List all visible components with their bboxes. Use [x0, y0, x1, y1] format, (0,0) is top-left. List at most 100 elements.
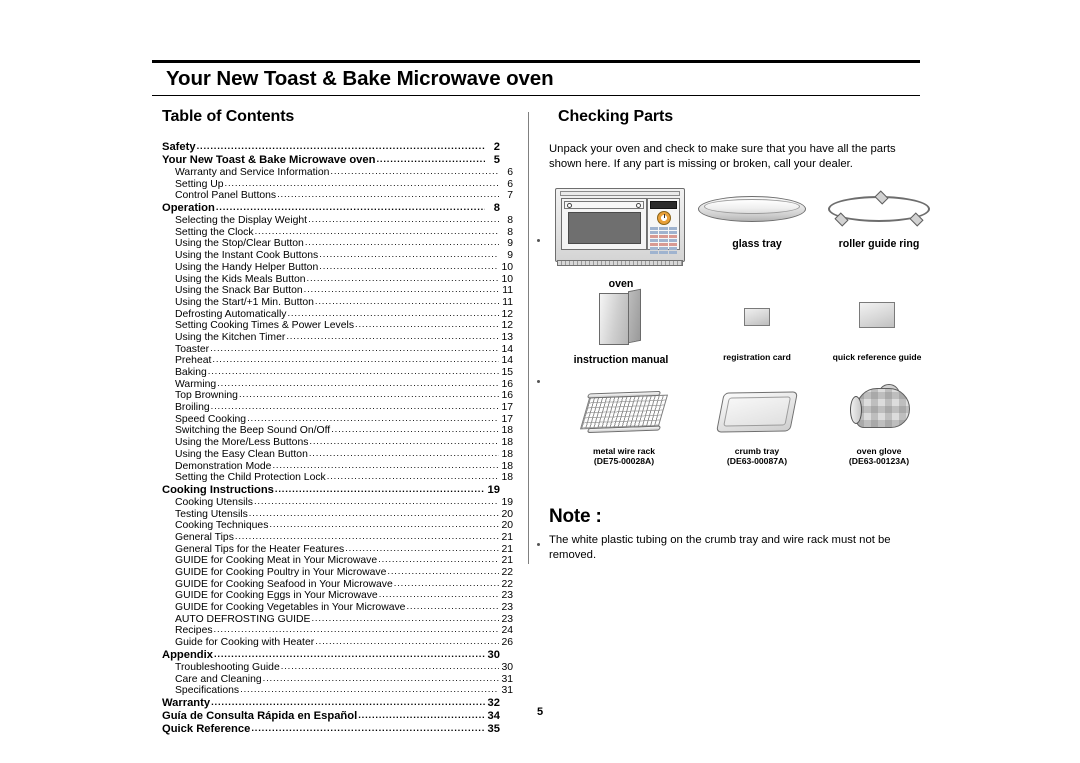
toc-entry-page: 10: [501, 261, 513, 273]
toc-leader-dots: ........................................…: [376, 155, 485, 165]
toc-entry-page: 16: [501, 378, 513, 390]
part-caption: oven: [608, 278, 634, 291]
quick-reference-guide-icon: [859, 302, 895, 329]
part-crumb-tray: crumb tray (DE63-00087A): [700, 391, 814, 467]
checking-parts-heading: Checking Parts: [558, 108, 674, 125]
toc-leader-dots: ........................................…: [262, 673, 499, 683]
part-caption: roller guide ring: [838, 238, 920, 251]
toc-entry-page: 2: [493, 141, 500, 153]
part-caption: registration card: [723, 352, 791, 363]
part-code: (DE63-00087A): [726, 456, 788, 467]
toc-leader-dots: ........................................…: [314, 296, 499, 307]
toc-entry-page: 18: [501, 472, 513, 484]
checking-parts-column: Checking Parts Unpack your oven and chec…: [548, 108, 930, 563]
toc-entry-label: Testing Utensils: [175, 508, 248, 520]
part-caption: oven glove: [856, 446, 902, 457]
toc-leader-dots: ........................................…: [406, 602, 499, 612]
toc-entry[interactable]: Quick Reference.........................…: [162, 722, 500, 737]
toc-entry-label: Baking: [175, 367, 207, 378]
toc-entry-page: 7: [507, 190, 513, 202]
toc-entry-page: 23: [501, 613, 513, 625]
toc-leader-dots: ........................................…: [217, 378, 499, 389]
toc-entry-page: 19: [487, 483, 500, 496]
toc-entry-label: Troubleshooting Guide: [175, 661, 280, 673]
toc-entry-label: Defrosting Automatically: [175, 308, 287, 320]
toc-entry-label: Operation: [162, 202, 215, 215]
toc-leader-dots: ........................................…: [308, 215, 499, 225]
part-code: (DE63-00123A): [848, 456, 910, 467]
toc-entry-page: 24: [501, 625, 513, 637]
toc-entry-label: General Tips for the Heater Features: [175, 543, 345, 555]
toc-leader-dots: ........................................…: [253, 496, 499, 507]
toc-entry-page: 18: [501, 437, 513, 449]
toc-entry-page: 6: [507, 167, 513, 178]
toc-leader-dots: ........................................…: [210, 343, 499, 354]
toc-leader-dots: ........................................…: [272, 460, 499, 470]
registration-card-icon: [744, 308, 770, 327]
toc-list: Safety..................................…: [162, 141, 513, 737]
toc-leader-dots: ........................................…: [393, 578, 499, 589]
toc-entry-label: Using the Handy Helper Button: [175, 261, 319, 273]
toc-entry-label: Cooking Utensils: [175, 496, 253, 508]
toc-leader-dots: ........................................…: [315, 637, 499, 647]
toc-entry-page: 20: [501, 508, 513, 520]
part-quick-reference-guide: quick reference guide: [816, 302, 938, 362]
toc-leader-dots: ........................................…: [378, 590, 499, 600]
toc-entry-label: Using the Instant Cook Buttons: [175, 250, 319, 262]
toc-entry-label: Setting the Clock: [175, 226, 254, 238]
part-caption: quick reference guide: [832, 352, 922, 363]
toc-entry-page: 31: [501, 673, 513, 685]
toc-entry-page: 18: [501, 425, 513, 437]
toc-entry[interactable]: Specifications..........................…: [162, 685, 513, 698]
toc-entry-label: Cooking Instructions: [162, 483, 274, 496]
roller-guide-ring-icon: [828, 190, 930, 227]
toc-entry-label: Using the Kids Meals Button: [175, 273, 306, 285]
metal-wire-rack-icon: [579, 390, 669, 434]
toc-entry-page: 12: [501, 320, 513, 332]
toc-entry-label: Warranty and Service Information: [175, 167, 330, 178]
toc-entry-label: Using the Start/+1 Min. Button: [175, 296, 314, 308]
oven-glove-icon: [848, 384, 910, 430]
toc-entry-label: Quick Reference: [162, 722, 251, 735]
toc-entry-label: GUIDE for Cooking Poultry in Your Microw…: [175, 567, 387, 578]
toc-entry-page: 21: [501, 531, 513, 543]
part-oven: oven: [550, 188, 692, 291]
toc-entry-page: 8: [493, 202, 500, 215]
toc-leader-dots: ........................................…: [274, 484, 485, 495]
toc-entry-label: Toaster: [175, 343, 210, 355]
toc-entry-label: Appendix: [162, 648, 213, 661]
toc-entry-label: Setting the Child Protection Lock: [175, 472, 326, 484]
note-heading: Note :: [549, 506, 602, 528]
toc-leader-dots: ........................................…: [238, 390, 499, 400]
toc-entry-label: Speed Cooking: [175, 413, 247, 425]
toc-entry-page: 8: [507, 226, 513, 238]
toc-leader-dots: ........................................…: [224, 178, 499, 189]
part-caption: instruction manual: [573, 354, 669, 367]
toc-entry-label: Care and Cleaning: [175, 673, 262, 685]
toc-entry-label: Selecting the Display Weight: [175, 215, 308, 227]
toc-entry-label: GUIDE for Cooking Eggs in Your Microwave: [175, 590, 378, 602]
toc-leader-dots: ........................................…: [247, 413, 499, 424]
toc-leader-dots: ........................................…: [319, 250, 499, 260]
toc-entry-page: 12: [501, 308, 513, 320]
toc-entry[interactable]: Guide for Cooking with Heater...........…: [162, 637, 513, 650]
glass-tray-icon: [698, 196, 816, 223]
toc-entry-page: 19: [501, 496, 513, 508]
toc-entry-label: Using the Kitchen Timer: [175, 331, 286, 343]
toc-leader-dots: ........................................…: [306, 273, 499, 283]
toc-entry-label: General Tips: [175, 531, 234, 543]
toc-leader-dots: ........................................…: [378, 555, 499, 565]
toc-leader-dots: ........................................…: [387, 567, 499, 577]
toc-entry-page: 10: [501, 273, 513, 285]
toc-leader-dots: ........................................…: [207, 367, 499, 377]
toc-heading: Table of Contents: [162, 108, 295, 125]
part-roller-guide-ring: roller guide ring: [820, 190, 938, 251]
toc-leader-dots: ........................................…: [277, 190, 499, 200]
toc-entry-label: Preheat: [175, 355, 212, 367]
toc-entry-label: GUIDE for Cooking Vegetables in Your Mic…: [175, 602, 406, 614]
part-caption: glass tray: [732, 238, 782, 251]
toc-entry-page: 6: [507, 178, 513, 190]
note-body: The white plastic tubing on the crumb tr…: [549, 534, 891, 562]
toc-leader-dots: ........................................…: [251, 723, 485, 734]
toc-leader-dots: ........................................…: [326, 472, 499, 482]
